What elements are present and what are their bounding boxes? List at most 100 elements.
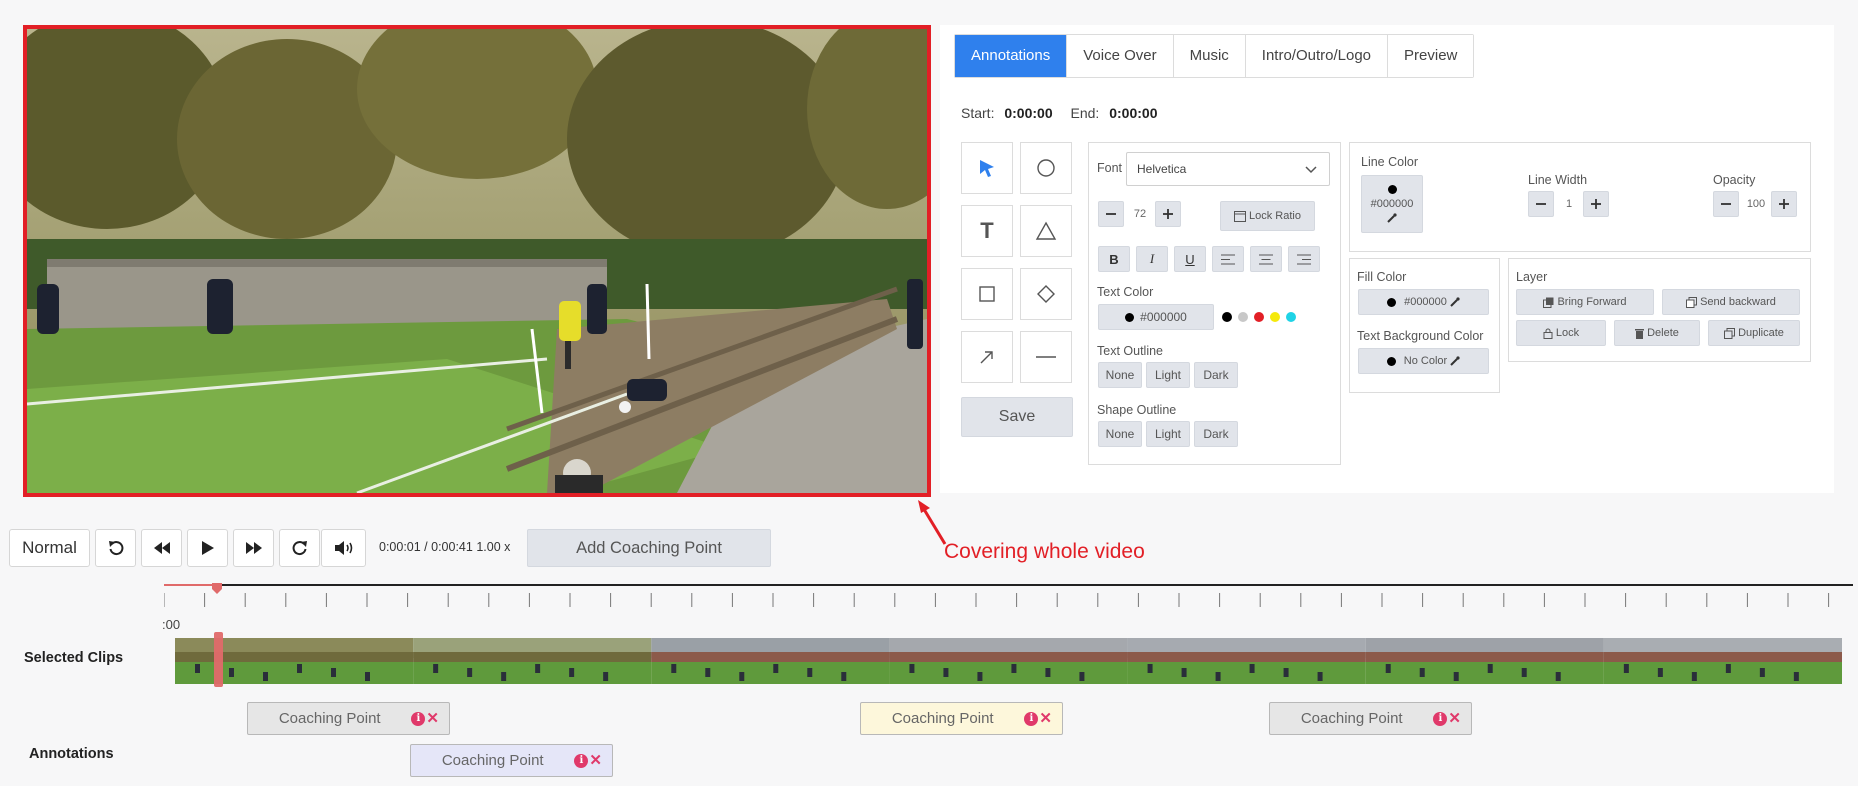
underline-button[interactable]: U	[1174, 246, 1206, 272]
tab-intro-outro-logo[interactable]: Intro/Outro/Logo	[1245, 35, 1389, 77]
bring-forward-button[interactable]: Bring Forward	[1516, 289, 1654, 315]
coaching-point-label: Coaching Point	[278, 710, 381, 727]
italic-button[interactable]: I	[1136, 246, 1168, 272]
text-icon: T	[980, 218, 994, 243]
align-left-button[interactable]	[1212, 246, 1244, 272]
remove-icon[interactable]: ✕	[1448, 711, 1461, 726]
info-icon[interactable]: i	[411, 711, 426, 726]
layer-label: Layer	[1516, 270, 1548, 284]
play-button[interactable]	[187, 529, 228, 567]
text-outline-label: Text Outline	[1097, 344, 1164, 358]
trash-icon	[1635, 328, 1645, 339]
eyedropper-icon	[1450, 356, 1460, 366]
opacity-increase[interactable]	[1771, 191, 1797, 217]
video-frame-image	[27, 29, 927, 493]
remove-icon[interactable]: ✕	[589, 753, 602, 768]
rewind-icon	[153, 542, 170, 554]
info-icon[interactable]: i	[574, 753, 589, 768]
coaching-point-chip[interactable]: Coaching Point i ✕	[410, 744, 613, 777]
rectangle-tool[interactable]	[961, 268, 1013, 320]
line-width-value: 1	[1565, 198, 1573, 210]
selected-clips-strip[interactable]	[175, 638, 1842, 684]
align-left-icon	[1221, 254, 1235, 264]
font-size-increase[interactable]	[1155, 201, 1181, 227]
triangle-tool[interactable]	[1020, 205, 1072, 257]
info-icon[interactable]: i	[1433, 711, 1448, 726]
arrow-tool[interactable]	[961, 331, 1013, 383]
fast-forward-button[interactable]	[233, 529, 274, 567]
align-center-button[interactable]	[1250, 246, 1282, 272]
line-color-picker[interactable]: #000000	[1361, 175, 1423, 233]
text-tool[interactable]: T	[961, 205, 1013, 257]
playhead-marker[interactable]	[214, 632, 223, 687]
line-icon	[1036, 356, 1056, 358]
shape-outline-light[interactable]: Light	[1146, 421, 1190, 447]
text-bg-color-picker[interactable]: No Color	[1358, 348, 1489, 374]
minus-icon	[1536, 203, 1546, 205]
save-button[interactable]: Save	[961, 397, 1073, 437]
playhead-handle-icon[interactable]	[212, 583, 222, 594]
font-select[interactable]: Helvetica	[1126, 152, 1330, 186]
ruler-ticks	[164, 593, 1830, 607]
shape-outline-label: Shape Outline	[1097, 403, 1177, 417]
clip-thumbnail	[1365, 638, 1604, 684]
select-tool[interactable]	[961, 142, 1013, 194]
coaching-point-chip[interactable]: Coaching Point i ✕	[1269, 702, 1472, 735]
swatch-red[interactable]	[1254, 312, 1264, 322]
tab-music[interactable]: Music	[1173, 35, 1246, 77]
lock-button[interactable]: Lock	[1516, 320, 1606, 346]
plus-icon	[1591, 199, 1601, 209]
info-icon[interactable]: i	[1024, 711, 1039, 726]
fill-color-picker[interactable]: #000000	[1358, 289, 1489, 315]
shape-outline-dark[interactable]: Dark	[1194, 421, 1238, 447]
delete-button[interactable]: Delete	[1614, 320, 1700, 346]
minus-icon	[1721, 203, 1731, 205]
video-player[interactable]	[23, 25, 931, 497]
circle-tool[interactable]	[1020, 142, 1072, 194]
line-width-increase[interactable]	[1583, 191, 1609, 217]
duplicate-button[interactable]: Duplicate	[1708, 320, 1800, 346]
text-outline-none[interactable]: None	[1098, 362, 1142, 388]
skip-forward-button[interactable]	[279, 529, 320, 567]
remove-icon[interactable]: ✕	[426, 711, 439, 726]
text-outline-dark[interactable]: Dark	[1194, 362, 1238, 388]
text-outline-light[interactable]: Light	[1146, 362, 1190, 388]
restart-button[interactable]	[95, 529, 136, 567]
start-end-times: Start: 0:00:00 End: 0:00:00	[961, 105, 1157, 121]
shape-outline-none[interactable]: None	[1098, 421, 1142, 447]
add-coaching-point-button[interactable]: Add Coaching Point	[527, 529, 771, 567]
timeline-ruler[interactable]	[164, 583, 1853, 613]
swatch-yellow[interactable]	[1270, 312, 1280, 322]
clip-thumbnail	[1603, 638, 1842, 684]
speed-select[interactable]: Normal	[9, 529, 90, 567]
send-backward-button[interactable]: Send backward	[1662, 289, 1800, 315]
text-color-picker[interactable]: #000000	[1098, 304, 1214, 330]
coaching-point-chip[interactable]: Coaching Point i ✕	[860, 702, 1063, 735]
font-size-value: 72	[1133, 208, 1147, 220]
align-right-icon	[1297, 254, 1311, 264]
font-value: Helvetica	[1137, 162, 1187, 176]
swatch-black[interactable]	[1222, 312, 1232, 322]
bold-button[interactable]: B	[1098, 246, 1130, 272]
time-value: 0:00:01 / 0:00:41	[379, 540, 473, 554]
swatch-grey[interactable]	[1238, 312, 1248, 322]
line-width-decrease[interactable]	[1528, 191, 1554, 217]
coaching-point-chip[interactable]: Coaching Point i ✕	[247, 702, 450, 735]
volume-button[interactable]	[321, 529, 366, 567]
tab-annotations[interactable]: Annotations	[955, 35, 1068, 77]
tab-preview[interactable]: Preview	[1388, 35, 1474, 77]
opacity-label: Opacity	[1713, 173, 1756, 187]
plus-icon	[1779, 199, 1789, 209]
opacity-decrease[interactable]	[1713, 191, 1739, 217]
rewind-button[interactable]	[141, 529, 182, 567]
callout-text: Covering whole video	[944, 540, 1145, 563]
remove-icon[interactable]: ✕	[1039, 711, 1052, 726]
tab-voice-over[interactable]: Voice Over	[1067, 35, 1174, 77]
swatch-cyan[interactable]	[1286, 312, 1296, 322]
line-tool[interactable]	[1020, 331, 1072, 383]
diamond-tool[interactable]	[1020, 268, 1072, 320]
chevron-down-icon	[1305, 166, 1317, 174]
font-size-decrease[interactable]	[1098, 201, 1124, 227]
lock-ratio-button[interactable]: Lock Ratio	[1220, 201, 1315, 231]
align-right-button[interactable]	[1288, 246, 1320, 272]
